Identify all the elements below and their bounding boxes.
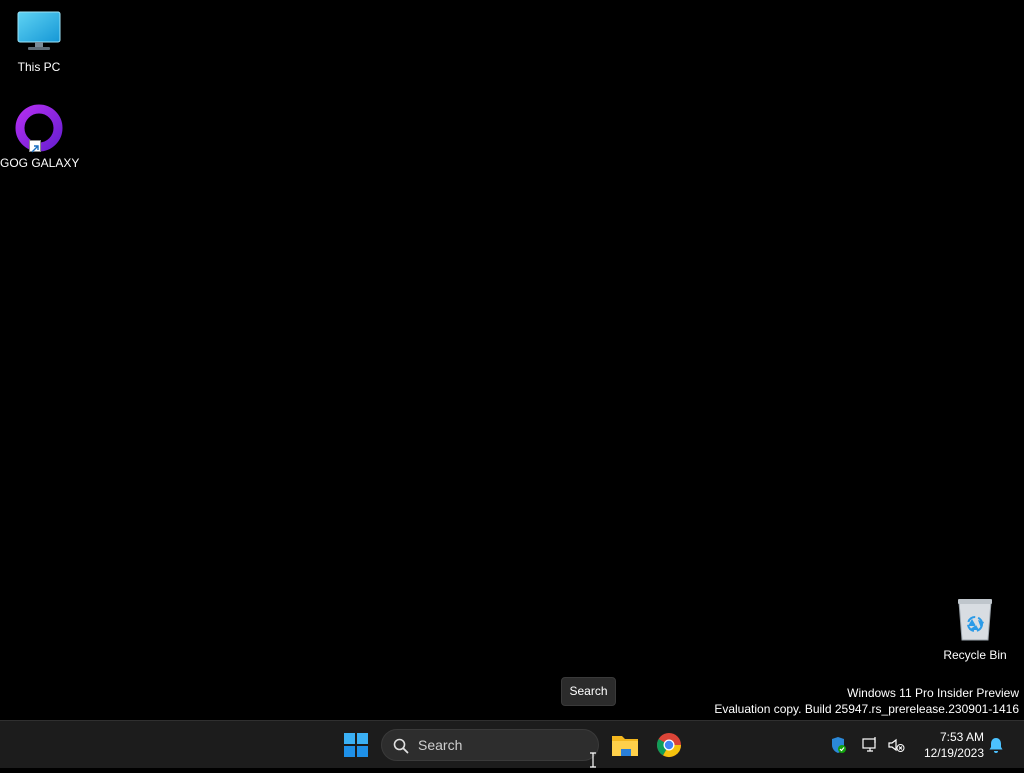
monitor-icon bbox=[15, 8, 63, 56]
taskbar-chrome-button[interactable] bbox=[649, 725, 689, 765]
taskbar-clock[interactable]: 7:53 AM 12/19/2023 bbox=[912, 729, 984, 761]
start-button[interactable] bbox=[336, 725, 376, 765]
folder-icon bbox=[612, 736, 638, 756]
network-disconnected-icon[interactable] bbox=[860, 735, 880, 755]
search-tooltip: Search bbox=[561, 677, 616, 706]
desktop-icon-gog-galaxy[interactable]: GOG GALAXY bbox=[0, 104, 80, 171]
desktop-icon-label: Recycle Bin bbox=[943, 648, 1007, 662]
taskbar: Search 7:53 AM 12/19/2023 bbox=[0, 720, 1024, 768]
windows-logo-icon bbox=[344, 733, 368, 757]
search-icon bbox=[392, 737, 410, 755]
recycle-bin-icon bbox=[951, 596, 999, 644]
watermark-line-1: Windows 11 Pro Insider Preview bbox=[847, 686, 1019, 700]
watermark-line-2: Evaluation copy. Build 25947.rs_prerelea… bbox=[714, 702, 1019, 716]
desktop-icon-recycle-bin[interactable]: Recycle Bin bbox=[936, 596, 1014, 663]
clock-date: 12/19/2023 bbox=[923, 746, 984, 760]
volume-muted-icon[interactable] bbox=[886, 735, 906, 755]
desktop-icon-label: GOG GALAXY bbox=[0, 156, 80, 170]
gog-galaxy-ring-icon bbox=[15, 104, 63, 153]
clock-time: 7:53 AM bbox=[939, 730, 984, 744]
text-cursor-icon bbox=[588, 752, 598, 768]
notification-bell-icon[interactable] bbox=[986, 735, 1006, 755]
search-placeholder: Search bbox=[418, 737, 463, 753]
desktop-icon-this-pc[interactable]: This PC bbox=[0, 8, 78, 75]
evaluation-watermark: Windows 11 Pro Insider Preview Evaluatio… bbox=[714, 685, 1019, 717]
taskbar-search-box[interactable]: Search bbox=[381, 729, 599, 761]
taskbar-file-explorer-button[interactable] bbox=[605, 725, 645, 765]
desktop: This PC GOG GALAXY Recycle Bin Windows 1… bbox=[0, 0, 1024, 720]
windows-security-icon[interactable] bbox=[828, 735, 848, 755]
chrome-icon bbox=[656, 733, 681, 758]
shortcut-arrow-icon bbox=[29, 140, 41, 153]
desktop-icon-label: This PC bbox=[17, 60, 61, 74]
